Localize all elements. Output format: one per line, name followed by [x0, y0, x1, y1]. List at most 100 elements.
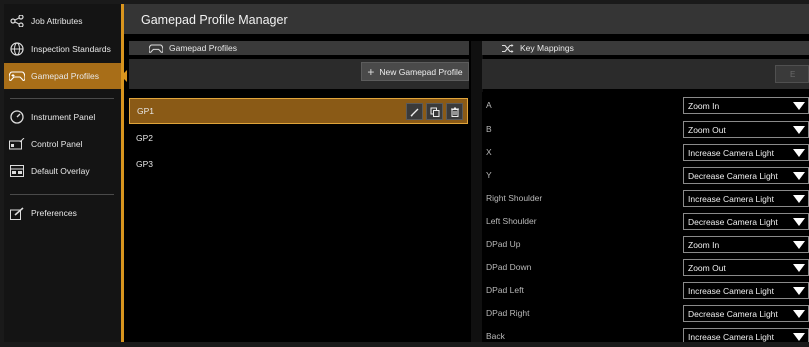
dropdown-arrow-icon [793, 149, 805, 157]
sidebar-item-label: Default Overlay [31, 166, 90, 176]
profiles-panel-header: Gamepad Profiles [129, 41, 469, 55]
mapping-action-value: Zoom Out [688, 124, 726, 135]
copy-profile-button[interactable] [426, 103, 443, 120]
mapping-action-select[interactable]: Increase Camera Light [683, 190, 809, 207]
shuffle-icon [502, 43, 514, 53]
mappings-panel-title: Key Mappings [520, 43, 574, 53]
profile-name: GP1 [137, 106, 155, 116]
profile-row-gp2[interactable]: GP2 [129, 125, 468, 151]
mapping-action-select[interactable]: Zoom In [683, 236, 809, 253]
page-header: Gamepad Profile Manager [124, 4, 809, 34]
dropdown-arrow-icon [793, 102, 805, 110]
dropdown-arrow-icon [793, 126, 805, 134]
dropdown-arrow-icon [793, 310, 805, 318]
mapping-action-value: Increase Camera Light [688, 331, 774, 342]
mapping-row: DPad Down Zoom Out [482, 256, 809, 278]
sidebar: Job Attributes Inspection Standards Game… [4, 4, 127, 342]
share-nodes-icon [9, 13, 25, 29]
profile-name: GP3 [136, 159, 154, 169]
sidebar-item-label: Instrument Panel [31, 112, 96, 122]
mapping-action-value: Zoom Out [688, 262, 726, 273]
mapping-row: DPad Right Decrease Camera Light [482, 302, 809, 324]
mapping-key: A [486, 100, 492, 110]
sidebar-item-label: Inspection Standards [31, 44, 111, 54]
mapping-action-select[interactable]: Increase Camera Light [683, 144, 809, 161]
mapping-action-value: Decrease Camera Light [688, 170, 778, 181]
mapping-action-value: Decrease Camera Light [688, 216, 778, 227]
mapping-row: Back Increase Camera Light [482, 325, 809, 342]
profile-name: GP2 [136, 133, 154, 143]
mapping-key: X [486, 147, 492, 157]
mapping-key: Y [486, 170, 492, 180]
edit-mappings-label: E [790, 69, 796, 79]
gamepad-icon [149, 43, 163, 53]
mapping-action-select[interactable]: Zoom Out [683, 121, 809, 138]
profiles-list: GP1 GP2 GP3 [129, 92, 469, 342]
mapping-action-value: Zoom In [688, 100, 720, 111]
mapping-action-select[interactable]: Increase Camera Light [683, 282, 809, 299]
mapping-row: B Zoom Out [482, 118, 809, 140]
mapping-row: Left Shoulder Decrease Camera Light [482, 210, 809, 232]
mappings-toolbar: E [482, 59, 809, 89]
sidebar-item-gamepad-profiles[interactable]: Gamepad Profiles [4, 63, 127, 89]
new-gamepad-profile-button[interactable]: + New Gamepad Profile [361, 62, 469, 81]
copy-icon [430, 107, 439, 117]
delete-profile-button[interactable] [446, 103, 463, 120]
mapping-row: DPad Up Zoom In [482, 233, 809, 255]
dropdown-arrow-icon [793, 195, 805, 203]
sidebar-item-job-attributes[interactable]: Job Attributes [4, 8, 121, 34]
mappings-panel-header: Key Mappings [482, 41, 809, 55]
dropdown-arrow-icon [793, 264, 805, 272]
profiles-toolbar: + New Gamepad Profile [129, 59, 469, 89]
mapping-action-value: Increase Camera Light [688, 193, 774, 204]
mapping-row: Y Decrease Camera Light [482, 164, 809, 186]
sidebar-item-label: Control Panel [31, 139, 83, 149]
mapping-key: B [486, 124, 492, 134]
sidebar-accent-bar [121, 4, 124, 342]
mapping-key: DPad Left [486, 285, 524, 295]
sidebar-item-control-panel[interactable]: Control Panel [4, 131, 121, 157]
sidebar-item-label: Job Attributes [31, 16, 83, 26]
new-gamepad-profile-label: New Gamepad Profile [379, 66, 463, 77]
sidebar-item-inspection-standards[interactable]: Inspection Standards [4, 36, 121, 62]
sidebar-item-instrument-panel[interactable]: Instrument Panel [4, 104, 121, 130]
mapping-key: Back [486, 331, 505, 341]
mapping-key: DPad Down [486, 262, 532, 272]
plus-icon: + [367, 64, 375, 79]
mapping-row: X Increase Camera Light [482, 141, 809, 163]
sidebar-item-default-overlay[interactable]: Default Overlay [4, 158, 121, 184]
pencil-icon [410, 108, 418, 116]
control-panel-icon [9, 136, 25, 152]
mapping-row: DPad Left Increase Camera Light [482, 279, 809, 301]
sidebar-item-preferences[interactable]: Preferences [4, 200, 121, 226]
mapping-action-select[interactable]: Decrease Camera Light [683, 305, 809, 322]
mapping-action-select[interactable]: Zoom In [683, 97, 809, 114]
edit-profile-button[interactable] [406, 103, 423, 120]
mapping-action-select[interactable]: Zoom Out [683, 259, 809, 276]
dropdown-arrow-icon [793, 241, 805, 249]
dropdown-arrow-icon [793, 172, 805, 180]
profile-row-gp1[interactable]: GP1 [129, 98, 468, 124]
profile-row-gp3[interactable]: GP3 [129, 151, 468, 177]
edit-mappings-button[interactable]: E [775, 65, 809, 83]
profiles-panel-title: Gamepad Profiles [169, 43, 238, 53]
mapping-action-value: Increase Camera Light [688, 285, 774, 296]
mapping-row: A Zoom In [482, 94, 809, 116]
row-actions [406, 103, 463, 120]
sidebar-item-label: Gamepad Profiles [31, 71, 100, 81]
trash-icon [450, 107, 459, 117]
key-mappings-list: A Zoom In B Zoom Out X Increase Camera L… [482, 92, 809, 342]
mapping-key: Right Shoulder [486, 193, 543, 203]
mapping-action-value: Increase Camera Light [688, 147, 774, 158]
mapping-action-value: Decrease Camera Light [688, 308, 778, 319]
mapping-action-value: Zoom In [688, 239, 720, 250]
mapping-action-select[interactable]: Increase Camera Light [683, 328, 809, 342]
gamepad-icon [9, 68, 25, 84]
dropdown-arrow-icon [793, 333, 805, 341]
dropdown-arrow-icon [793, 218, 805, 226]
globe-icon [9, 41, 25, 57]
mapping-action-select[interactable]: Decrease Camera Light [683, 167, 809, 184]
mapping-action-select[interactable]: Decrease Camera Light [683, 213, 809, 230]
sidebar-divider [10, 98, 114, 99]
app-window: Job Attributes Inspection Standards Game… [4, 4, 809, 342]
